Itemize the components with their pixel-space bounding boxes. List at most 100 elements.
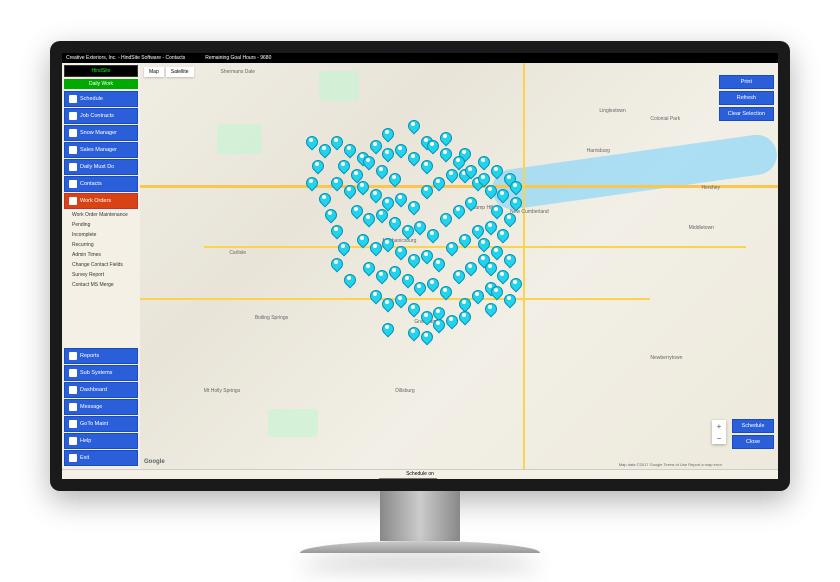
- map-pin[interactable]: [370, 189, 380, 203]
- sub-item-incomplete[interactable]: Incomplete: [64, 230, 138, 240]
- map-pin[interactable]: [433, 258, 443, 272]
- map-pin[interactable]: [402, 274, 412, 288]
- sub-item-contact-ms-merge[interactable]: Contact MS Merge: [64, 280, 138, 290]
- map-pin[interactable]: [427, 140, 437, 154]
- map-pin[interactable]: [497, 270, 507, 284]
- nav-work-orders[interactable]: Work Orders: [64, 193, 138, 209]
- map-pin[interactable]: [370, 242, 380, 256]
- map-tab-satellite[interactable]: Satellite: [166, 67, 194, 77]
- sub-item-work-order-maintenance[interactable]: Work Order Maintenance: [64, 210, 138, 220]
- nav-daily-must-do[interactable]: Daily Must Do: [64, 159, 138, 175]
- map-pin[interactable]: [351, 205, 361, 219]
- map-pin[interactable]: [363, 262, 373, 276]
- map-pin[interactable]: [440, 213, 450, 227]
- map-pin[interactable]: [376, 270, 386, 284]
- map-pin[interactable]: [331, 177, 341, 191]
- map-pin[interactable]: [338, 242, 348, 256]
- map-pin[interactable]: [363, 156, 373, 170]
- map-pin[interactable]: [389, 173, 399, 187]
- sub-item-survey-report[interactable]: Survey Report: [64, 270, 138, 280]
- map-pin[interactable]: [485, 221, 495, 235]
- map-pin[interactable]: [408, 120, 418, 134]
- map-pin[interactable]: [465, 262, 475, 276]
- map-pin[interactable]: [319, 193, 329, 207]
- map-pin[interactable]: [459, 311, 469, 325]
- map-pin[interactable]: [465, 197, 475, 211]
- map-pin[interactable]: [408, 152, 418, 166]
- nav-job-contracts[interactable]: Job Contracts: [64, 108, 138, 124]
- nav-sales-manager[interactable]: Sales Manager: [64, 142, 138, 158]
- map-pin[interactable]: [504, 213, 514, 227]
- map-pin[interactable]: [312, 160, 322, 174]
- map-pin[interactable]: [408, 303, 418, 317]
- map-pin[interactable]: [421, 331, 431, 345]
- map-pin[interactable]: [389, 217, 399, 231]
- map-pin[interactable]: [504, 294, 514, 308]
- map-pin[interactable]: [504, 254, 514, 268]
- clear-selection-button[interactable]: Clear Selection: [719, 107, 774, 121]
- map-pin[interactable]: [319, 144, 329, 158]
- map-pin[interactable]: [382, 148, 392, 162]
- schedule-button[interactable]: Schedule: [732, 419, 774, 433]
- map-pin[interactable]: [478, 173, 488, 187]
- map-pin[interactable]: [446, 315, 456, 329]
- map-pin[interactable]: [497, 189, 507, 203]
- map-pin[interactable]: [459, 234, 469, 248]
- map-pin[interactable]: [395, 144, 405, 158]
- map-pin[interactable]: [395, 193, 405, 207]
- map-pin[interactable]: [433, 177, 443, 191]
- refresh-button[interactable]: Refresh: [719, 91, 774, 105]
- map-pin[interactable]: [446, 169, 456, 183]
- map-pin[interactable]: [472, 290, 482, 304]
- map-pin[interactable]: [440, 286, 450, 300]
- map-pin[interactable]: [510, 278, 520, 292]
- map-pin[interactable]: [421, 311, 431, 325]
- zoom-in-button[interactable]: +: [712, 420, 726, 432]
- map-pin[interactable]: [421, 250, 431, 264]
- map-pin[interactable]: [465, 165, 475, 179]
- map-pin[interactable]: [491, 286, 501, 300]
- nav-schedule[interactable]: Schedule: [64, 91, 138, 107]
- map-pin[interactable]: [453, 270, 463, 284]
- map-pin[interactable]: [485, 185, 495, 199]
- nav-contacts[interactable]: Contacts: [64, 176, 138, 192]
- map-pin[interactable]: [497, 229, 507, 243]
- nav-help[interactable]: Help: [64, 433, 138, 449]
- map-pin[interactable]: [344, 274, 354, 288]
- map-pin[interactable]: [306, 136, 316, 150]
- map-pin[interactable]: [433, 319, 443, 333]
- map-pin[interactable]: [376, 209, 386, 223]
- map-pin[interactable]: [446, 242, 456, 256]
- close-button[interactable]: Close: [732, 435, 774, 449]
- nav-reports[interactable]: Reports: [64, 348, 138, 364]
- map-pin[interactable]: [478, 156, 488, 170]
- map-pin[interactable]: [427, 229, 437, 243]
- map-pin[interactable]: [382, 128, 392, 142]
- map-pin[interactable]: [491, 246, 501, 260]
- map-pin[interactable]: [427, 278, 437, 292]
- map-pin[interactable]: [421, 160, 431, 174]
- map-pin[interactable]: [414, 282, 424, 296]
- map-pin[interactable]: [440, 132, 450, 146]
- map-pin[interactable]: [357, 234, 367, 248]
- map-pin[interactable]: [382, 238, 392, 252]
- map-pin[interactable]: [402, 225, 412, 239]
- map-area[interactable]: CarlisleHarrisburgNew CumberlandCamp Hil…: [140, 63, 778, 469]
- zoom-out-button[interactable]: −: [712, 432, 726, 444]
- map-pin[interactable]: [376, 165, 386, 179]
- map-pin[interactable]: [370, 140, 380, 154]
- map-pin[interactable]: [306, 177, 316, 191]
- map-pin[interactable]: [331, 136, 341, 150]
- sub-item-admin-times[interactable]: Admin Times: [64, 250, 138, 260]
- map-pin[interactable]: [363, 213, 373, 227]
- nav-snow-manager[interactable]: Snow Manager: [64, 125, 138, 141]
- nav-goto-maint[interactable]: GoTo Maint: [64, 416, 138, 432]
- map-pin[interactable]: [453, 156, 463, 170]
- map-pin[interactable]: [453, 205, 463, 219]
- map-pin[interactable]: [331, 258, 341, 272]
- map-pin[interactable]: [491, 205, 501, 219]
- map-pin[interactable]: [325, 209, 335, 223]
- map-tab-map[interactable]: Map: [144, 67, 164, 77]
- print-button[interactable]: Print: [719, 75, 774, 89]
- map-pin[interactable]: [395, 246, 405, 260]
